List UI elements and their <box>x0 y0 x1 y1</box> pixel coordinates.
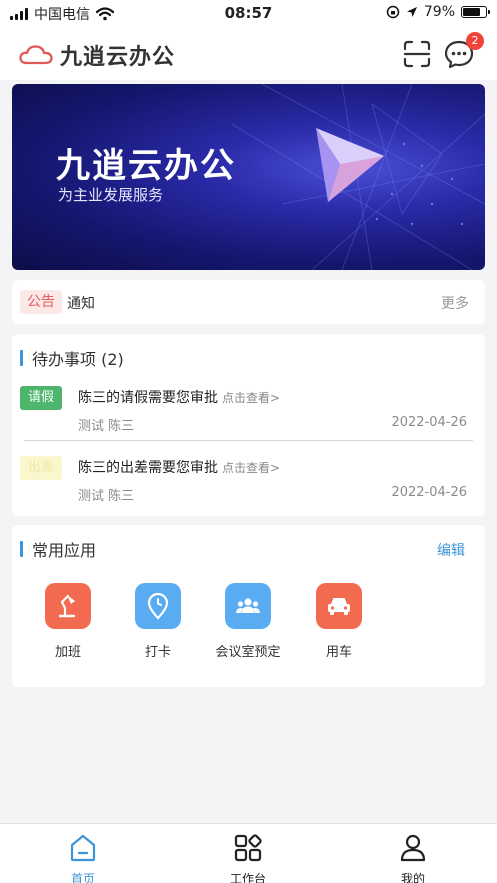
notice-tag: 公告 <box>20 290 62 314</box>
edit-apps-link[interactable]: 编辑 <box>437 540 465 560</box>
status-right: 79% <box>386 4 490 20</box>
tab-mine[interactable]: 我的 <box>373 832 453 883</box>
tab-workbench[interactable]: 工作台 <box>208 832 288 883</box>
tab-label: 首页 <box>70 872 95 883</box>
notice-more-link[interactable]: 更多 <box>441 293 469 313</box>
todo-item-leave[interactable]: 请假 陈三的请假需要您审批 点击查看> 测试 陈三 2022-04-26 <box>12 378 485 442</box>
people-group-icon <box>225 583 271 629</box>
app-clock-in[interactable]: 打卡 <box>120 583 196 660</box>
todo-text: 陈三的请假需要您审批 点击查看> <box>78 390 281 406</box>
notice-bar[interactable]: 公告 通知 更多 <box>12 280 485 324</box>
bottom-tab-bar: 首页 工作台 我的 <box>0 823 497 883</box>
common-apps-card: 常用应用 编辑 加班 打卡 会议室预定 用车 <box>12 525 485 687</box>
status-bar: 中国电信 08:57 79% <box>0 0 497 28</box>
todo-meta: 测试 陈三 <box>78 489 135 504</box>
todo-card: 待办事项 (2) 请假 陈三的请假需要您审批 点击查看> 测试 陈三 2022-0… <box>12 334 485 516</box>
rotation-lock-icon <box>386 5 400 19</box>
user-icon <box>400 834 426 862</box>
todo-date: 2022-04-26 <box>391 485 467 500</box>
banner-subtitle: 为主业发展服务 <box>58 186 164 204</box>
todo-date: 2022-04-26 <box>391 415 467 430</box>
desk-lamp-icon <box>45 583 91 629</box>
app-label: 加班 <box>54 645 81 660</box>
message-badge: 2 <box>466 32 484 50</box>
todo-item-trip[interactable]: 出差 陈三的出差需要您审批 点击查看> 测试 陈三 2022-04-26 <box>12 448 485 512</box>
tab-home[interactable]: 首页 <box>43 832 123 883</box>
todo-header: 待办事项 (2) <box>20 346 124 370</box>
todo-text: 陈三的出差需要您审批 点击查看> <box>78 460 281 476</box>
battery-icon <box>461 6 490 18</box>
promo-banner[interactable]: 九逍云办公 为主业发展服务 <box>12 84 485 270</box>
app-car[interactable]: 用车 <box>301 583 377 660</box>
app-label: 打卡 <box>144 645 171 660</box>
apps-header: 常用应用 <box>20 537 96 561</box>
section-accent-bar <box>20 350 23 366</box>
scan-icon[interactable] <box>402 39 432 69</box>
todo-tag: 出差 <box>20 456 62 480</box>
app-logo: 九逍云办公 <box>18 39 175 71</box>
location-clock-icon <box>135 583 181 629</box>
app-label: 用车 <box>325 645 352 660</box>
app-meeting-room[interactable]: 会议室预定 <box>210 583 286 660</box>
section-accent-bar <box>20 541 23 557</box>
workbench-icon <box>234 834 262 862</box>
home-icon <box>70 834 96 862</box>
battery-percent: 79% <box>423 4 455 20</box>
apps-title: 常用应用 <box>32 541 97 560</box>
tab-label: 我的 <box>400 872 425 883</box>
app-header: 九逍云办公 2 <box>0 28 497 80</box>
car-icon <box>316 583 362 629</box>
tab-label: 工作台 <box>229 872 266 883</box>
todo-meta: 测试 陈三 <box>78 419 135 434</box>
notice-text[interactable]: 通知 <box>67 293 95 313</box>
app-title: 九逍云办公 <box>60 45 176 70</box>
app-overtime[interactable]: 加班 <box>30 583 106 660</box>
banner-title: 九逍云办公 <box>56 146 236 186</box>
cloud-logo-icon <box>19 45 53 65</box>
todo-view-link[interactable]: 点击查看> <box>222 461 280 475</box>
location-arrow-icon <box>406 7 417 17</box>
app-label: 会议室预定 <box>215 645 281 660</box>
todo-divider <box>24 440 473 441</box>
todo-title: 待办事项 (2) <box>32 350 124 369</box>
todo-view-link[interactable]: 点击查看> <box>222 391 280 405</box>
todo-tag: 请假 <box>20 386 62 410</box>
